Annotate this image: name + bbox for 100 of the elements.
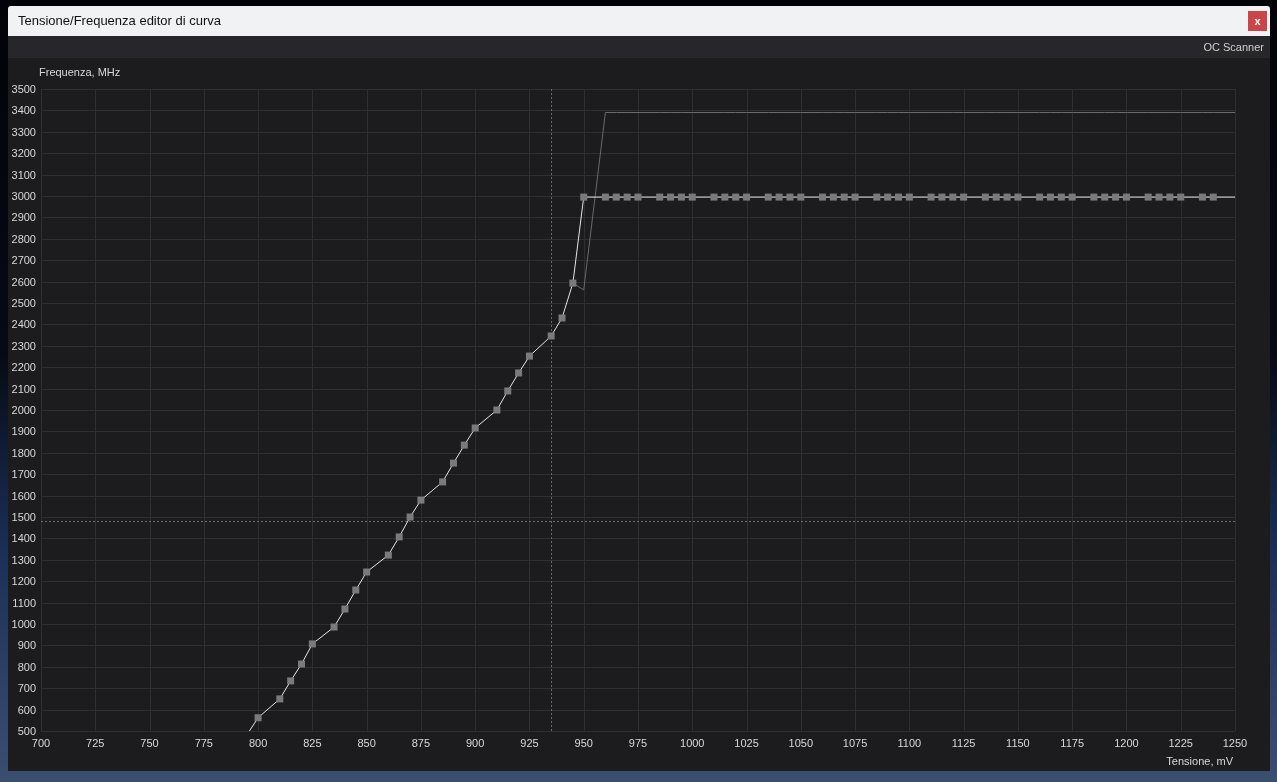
curve-point[interactable] [1144, 193, 1152, 201]
curve-point[interactable] [960, 193, 968, 201]
x-tick-label: 1150 [1006, 737, 1030, 749]
curve-point[interactable] [797, 193, 805, 201]
y-tick-label: 1300 [11, 553, 36, 566]
y-tick-label: 800 [17, 660, 36, 673]
curve-point[interactable] [623, 193, 631, 201]
x-tick-label: 975 [628, 737, 648, 749]
curve-point[interactable] [1101, 193, 1109, 201]
curve-point[interactable] [819, 193, 827, 201]
curve-point[interactable] [449, 459, 457, 467]
curve-point[interactable] [1112, 193, 1120, 201]
curve-point[interactable] [764, 193, 772, 201]
curve-point[interactable] [330, 623, 338, 631]
y-tick-label: 2500 [11, 297, 36, 309]
oc-scanner-button[interactable]: OC Scanner [1203, 41, 1264, 53]
curve-point[interactable] [1122, 193, 1130, 201]
curve-point[interactable] [471, 424, 479, 432]
curve-point[interactable] [298, 660, 305, 668]
y-tick-label: 3500 [11, 83, 36, 95]
curve-point[interactable] [829, 193, 837, 201]
curve-point[interactable] [558, 314, 566, 322]
y-axis-title: Frequenza, MHz [39, 66, 121, 78]
curve-point[interactable] [1046, 193, 1054, 201]
curve-point[interactable] [1057, 193, 1065, 201]
curve-point[interactable] [840, 193, 848, 201]
x-tick-label: 1175 [1060, 737, 1084, 749]
x-tick-label: 950 [574, 737, 593, 749]
curve-point[interactable] [352, 586, 360, 594]
curve-point[interactable] [439, 478, 447, 486]
curve-point[interactable] [417, 496, 425, 504]
curve-point[interactable] [905, 193, 913, 201]
curve-point[interactable] [1090, 193, 1098, 201]
y-tick-label: 2800 [11, 232, 36, 245]
y-tick-label: 3300 [11, 125, 36, 138]
curve-point[interactable] [656, 193, 664, 201]
curve-point[interactable] [938, 193, 946, 201]
curve-point[interactable] [634, 193, 642, 201]
curve-point[interactable] [308, 640, 316, 648]
y-tick-label: 1500 [11, 511, 36, 523]
y-tick-label: 2300 [11, 339, 36, 352]
curve-point[interactable] [873, 193, 881, 201]
y-tick-label: 3100 [11, 168, 36, 181]
curve-point[interactable] [851, 193, 859, 201]
curve-point[interactable] [1014, 193, 1022, 201]
curve-point[interactable] [1209, 193, 1217, 201]
x-tick-label: 1225 [1168, 737, 1193, 749]
curve-point[interactable] [981, 193, 989, 201]
curve-point[interactable] [384, 551, 392, 559]
curve-point[interactable] [287, 677, 295, 685]
curve-point[interactable] [710, 193, 718, 201]
curve-point[interactable] [580, 193, 588, 201]
curve-point[interactable] [677, 193, 685, 201]
curve-point[interactable] [927, 193, 935, 201]
curve-point[interactable] [406, 513, 414, 521]
x-axis-title: Tensione, mV [1166, 755, 1233, 767]
curve-point[interactable] [667, 193, 675, 201]
curve-point[interactable] [395, 533, 403, 541]
y-tick-label: 1600 [11, 489, 36, 502]
y-tick-label: 1200 [11, 575, 36, 588]
curve-point[interactable] [569, 279, 577, 287]
curve-point[interactable] [992, 193, 1000, 201]
curve-point[interactable] [341, 605, 349, 613]
curve-point[interactable] [276, 695, 284, 703]
curve-point[interactable] [1068, 193, 1076, 201]
x-tick-label: 850 [357, 737, 376, 749]
curve-point[interactable] [515, 369, 523, 377]
y-tick-label: 2700 [11, 254, 36, 267]
curve-point[interactable] [1177, 193, 1185, 201]
curve-point[interactable] [949, 193, 957, 201]
curve-point[interactable] [547, 332, 555, 340]
curve-point[interactable] [1003, 193, 1011, 201]
curve-point[interactable] [254, 714, 262, 722]
x-tick-label: 900 [466, 737, 485, 749]
curve-point[interactable] [493, 406, 501, 414]
x-tick-label: 700 [31, 737, 51, 749]
curve-point[interactable] [786, 193, 794, 201]
y-tick-label: 2100 [11, 382, 36, 395]
curve-point[interactable] [460, 441, 468, 449]
curve-point[interactable] [612, 193, 620, 201]
curve-point[interactable] [1036, 193, 1044, 201]
curve-point[interactable] [504, 387, 512, 395]
curve-point[interactable] [525, 352, 533, 360]
x-tick-label: 800 [248, 737, 268, 749]
x-tick-label: 1200 [1114, 737, 1139, 749]
curve-point[interactable] [732, 193, 740, 201]
curve-point[interactable] [363, 568, 371, 576]
y-tick-label: 700 [17, 682, 36, 695]
y-tick-label: 1400 [11, 532, 36, 545]
close-button[interactable]: x [1248, 11, 1267, 31]
x-tick-label: 775 [194, 737, 213, 749]
curve-point[interactable] [743, 193, 751, 201]
curve-point[interactable] [721, 193, 729, 201]
curve-point[interactable] [601, 193, 609, 201]
curve-point[interactable] [688, 193, 696, 201]
curve-point[interactable] [1198, 193, 1206, 201]
curve-point[interactable] [1155, 193, 1163, 201]
curve-point[interactable] [775, 193, 783, 201]
curve-point[interactable] [884, 193, 892, 201]
curve-point[interactable] [1166, 193, 1174, 201]
